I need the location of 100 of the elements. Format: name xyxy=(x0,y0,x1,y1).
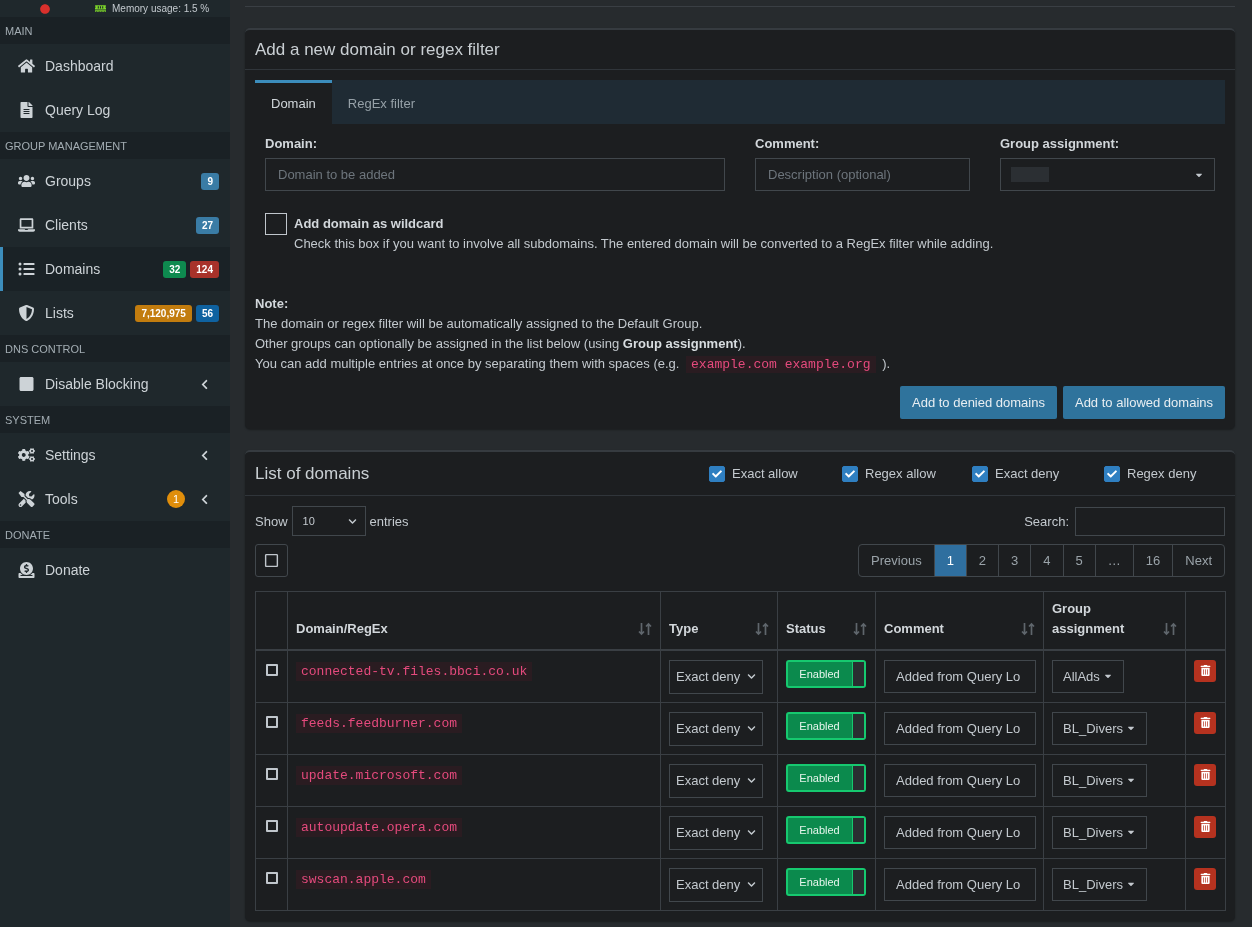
sidebar-item[interactable]: Clients 27 xyxy=(0,203,230,247)
sidebar-item[interactable]: Donate xyxy=(0,548,230,592)
chevron-down-icon xyxy=(747,724,756,733)
delete-button[interactable] xyxy=(1194,763,1216,786)
field-label: Domain: xyxy=(265,136,318,151)
help-text: Check this box if you want to involve all subdomains. The entered domain will be converted to a RegEx filter while adding. xyxy=(294,235,994,253)
group-button[interactable]: BL_Divers xyxy=(1052,867,1147,901)
comment-input[interactable]: Description (optional) xyxy=(755,158,970,191)
row-checkbox[interactable] xyxy=(265,871,278,884)
trash-icon xyxy=(1199,769,1211,780)
add-allowed-button[interactable]: Add to allowed domains xyxy=(1062,386,1225,419)
home-icon xyxy=(18,58,35,74)
filter-checkbox[interactable] xyxy=(972,465,988,482)
group-button[interactable]: BL_Divers xyxy=(1052,815,1147,849)
section-header: SYSTEM xyxy=(0,406,230,433)
filter-checkbox[interactable] xyxy=(842,465,858,482)
chevron-down-icon xyxy=(747,672,756,681)
row-checkbox[interactable] xyxy=(265,767,278,780)
section-header: MAIN xyxy=(0,17,230,44)
row-checkbox[interactable] xyxy=(265,663,278,676)
comment-input[interactable]: Added from Query Lo xyxy=(884,763,1036,797)
filter-label: Regex deny xyxy=(1127,466,1197,481)
status-toggle[interactable]: Enabled xyxy=(786,763,866,792)
page-button[interactable]: Next xyxy=(1172,544,1225,577)
page-button[interactable]: 2 xyxy=(965,544,1000,577)
type-select[interactable]: Exact deny xyxy=(669,659,763,694)
group-button[interactable]: AllAds xyxy=(1052,659,1124,693)
page-button[interactable]: … xyxy=(1094,544,1134,577)
section-header: GROUP MANAGEMENT xyxy=(0,132,230,159)
status-toggle[interactable]: Enabled xyxy=(786,711,866,740)
domain-text: swscan.apple.com xyxy=(296,869,431,889)
group-button[interactable]: BL_Divers xyxy=(1052,711,1147,745)
type-select[interactable]: Exact deny xyxy=(669,711,763,746)
count-badge: 32 xyxy=(163,260,187,278)
page-button[interactable]: 1 xyxy=(933,544,967,577)
sidebar-item[interactable]: Query Log xyxy=(0,88,230,132)
tick-icon xyxy=(975,468,985,479)
sidebar-item[interactable]: Domains 32 124 xyxy=(0,247,230,291)
sidebar-item[interactable]: Tools 1 xyxy=(0,477,230,521)
card-title: List of domains xyxy=(255,463,370,484)
domain-text: feeds.feedburner.com xyxy=(296,713,463,733)
comment-input[interactable]: Added from Query Lo xyxy=(884,815,1036,849)
sidebar-item[interactable]: Dashboard xyxy=(0,44,230,88)
laptop-icon xyxy=(18,217,35,233)
section-header: DNS CONTROL xyxy=(0,335,230,362)
tick-icon xyxy=(712,468,722,479)
status-toggle[interactable]: Enabled xyxy=(786,867,866,896)
chevron-down-icon xyxy=(747,880,756,889)
users-icon xyxy=(18,173,35,189)
domain-input[interactable]: Domain to be added xyxy=(265,158,725,191)
page-button[interactable]: 16 xyxy=(1132,544,1174,577)
page-button[interactable]: 5 xyxy=(1062,544,1096,577)
domain-text: update.microsoft.com xyxy=(296,765,463,785)
comment-input[interactable]: Added from Query Lo xyxy=(884,711,1036,745)
sidebar-item[interactable]: Lists 7,120,975 56 xyxy=(0,291,230,335)
field-label: Comment: xyxy=(755,136,821,151)
entries-select[interactable]: 10 xyxy=(291,506,366,536)
sidebar-item[interactable]: Groups 9 xyxy=(0,159,230,203)
tick-icon xyxy=(845,468,855,479)
memory-usage-text: Memory usage: 1.5 % xyxy=(112,3,210,14)
page-button[interactable]: 3 xyxy=(998,544,1032,577)
sort-icon xyxy=(755,621,769,636)
wildcard-checkbox[interactable] xyxy=(265,213,287,235)
row-checkbox[interactable] xyxy=(265,819,278,832)
filter-checkbox[interactable] xyxy=(709,465,725,482)
domain-text: connected-tv.files.bbci.co.uk xyxy=(296,661,533,681)
note-text: The domain or regex filter will be automatically assigned to the Default Group. xyxy=(255,315,704,333)
count-badge: 56 xyxy=(195,304,219,322)
comment-input[interactable]: Added from Query Lo xyxy=(884,659,1036,693)
add-denied-button[interactable]: Add to denied domains xyxy=(900,386,1057,419)
search-label: Search: xyxy=(1024,513,1069,529)
group-button[interactable]: BL_Divers xyxy=(1052,763,1147,797)
note-text: You can add multiple entries at once by separating them with spaces (e.g. example.com example.org ). xyxy=(255,355,892,375)
tick-icon xyxy=(1107,468,1117,479)
type-select[interactable]: Exact deny xyxy=(669,867,763,902)
comment-input[interactable]: Added from Query Lo xyxy=(884,867,1036,901)
select-all-button[interactable] xyxy=(255,544,288,577)
type-select[interactable]: Exact deny xyxy=(669,815,763,850)
search-input[interactable] xyxy=(1075,506,1225,536)
filter-checkbox[interactable] xyxy=(1104,465,1120,482)
type-select[interactable]: Exact deny xyxy=(669,763,763,798)
length-label: entries xyxy=(369,513,409,529)
count-badge: 27 xyxy=(195,216,219,234)
row-checkbox[interactable] xyxy=(265,715,278,728)
trash-icon xyxy=(1199,717,1211,728)
page-button[interactable]: 4 xyxy=(1030,544,1064,577)
delete-button[interactable] xyxy=(1194,659,1216,682)
delete-button[interactable] xyxy=(1194,711,1216,734)
field-label: Group assignment: xyxy=(1000,136,1121,151)
delete-button[interactable] xyxy=(1194,867,1216,890)
sort-icon xyxy=(853,621,867,636)
status-toggle[interactable]: Enabled xyxy=(786,659,866,688)
document-icon xyxy=(18,102,35,118)
tab[interactable]: RegEx filter xyxy=(331,80,431,124)
sidebar-item[interactable]: Settings xyxy=(0,433,230,477)
tab[interactable]: Domain xyxy=(255,80,332,124)
status-toggle[interactable]: Enabled xyxy=(786,815,866,844)
tools-icon xyxy=(18,491,35,507)
delete-button[interactable] xyxy=(1194,815,1216,838)
sidebar-item[interactable]: Disable Blocking xyxy=(0,362,230,406)
